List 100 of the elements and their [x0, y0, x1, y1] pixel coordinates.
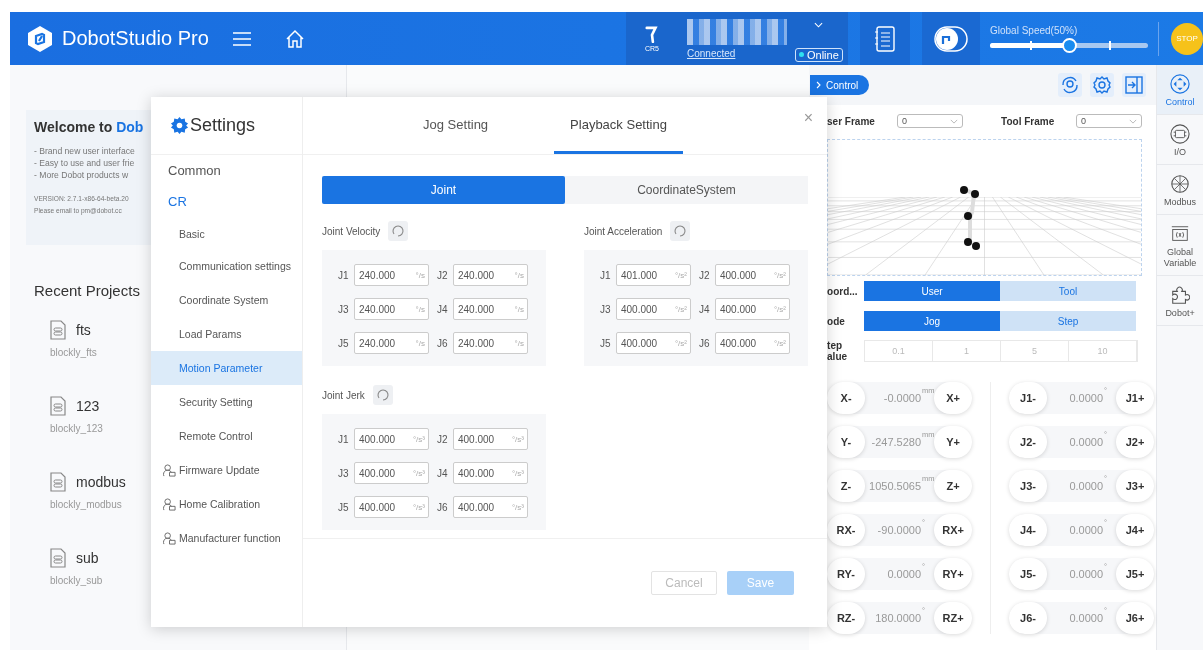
parameter-input[interactable]: 400.000 °/s²	[715, 264, 790, 286]
settings-group[interactable]: CR	[151, 186, 302, 217]
parameter-input[interactable]: 240.000 °/s	[453, 264, 528, 286]
jog-minus-button[interactable]: J4-	[1009, 514, 1048, 546]
settings-nav-item[interactable]: Firmware Update	[151, 453, 302, 487]
jog-value: -247.5280	[870, 436, 922, 448]
jog-minus-button[interactable]: J5-	[1009, 558, 1048, 590]
menu-icon[interactable]	[232, 30, 251, 47]
project-name[interactable]: fts	[76, 322, 91, 338]
parameter-input[interactable]: 400.000 °/s³	[453, 462, 528, 484]
settings-tab[interactable]: Playback Setting	[554, 97, 683, 154]
parameter-segment[interactable]: CoordinateSystem	[565, 176, 808, 204]
parameter-input[interactable]: 400.000 °/s³	[354, 496, 429, 518]
project-name[interactable]: sub	[76, 550, 99, 566]
jog-plus-button[interactable]: RZ+	[934, 602, 973, 634]
jog-plus-button[interactable]: J1+	[1116, 382, 1155, 414]
file-icon[interactable]	[50, 548, 66, 568]
settings-icon[interactable]	[1090, 73, 1115, 97]
jog-minus-button[interactable]: J1-	[1009, 382, 1048, 414]
parameter-input[interactable]: 400.000 °/s²	[715, 298, 790, 320]
exit-panel-icon[interactable]	[1122, 73, 1147, 97]
joint-label: J5	[338, 501, 349, 513]
jog-minus-button[interactable]: RY-	[827, 558, 866, 590]
robot-toggle-button[interactable]	[922, 12, 980, 65]
jog-plus-button[interactable]: RX+	[934, 514, 973, 546]
parameter-input[interactable]: 401.000 °/s²	[616, 264, 691, 286]
sidebar-item[interactable]: Control	[1157, 65, 1203, 115]
coordinate-option[interactable]: User	[864, 281, 1001, 301]
connected-link[interactable]: Connected	[687, 47, 795, 59]
joint-label: J3	[338, 303, 349, 315]
parameter-segment[interactable]: Joint	[322, 176, 565, 204]
parameter-input[interactable]: 240.000 °/s	[453, 298, 528, 320]
jog-value: 0.0000	[1068, 524, 1104, 536]
global-speed-label: Global Speed(50%)	[990, 24, 1079, 36]
settings-nav-item[interactable]: Basic	[151, 217, 302, 249]
parameter-input[interactable]: 400.000 °/s²	[616, 298, 691, 320]
jog-minus-button[interactable]: X-	[827, 382, 866, 414]
jog-minus-button[interactable]: J3-	[1009, 470, 1048, 502]
settings-nav-item[interactable]: Manufacturer function	[151, 521, 302, 555]
jog-plus-button[interactable]: J6+	[1116, 602, 1155, 634]
jog-minus-button[interactable]: Y-	[827, 426, 866, 458]
chevron-down-icon[interactable]	[814, 21, 824, 28]
file-icon[interactable]	[50, 396, 66, 416]
mode-option[interactable]: Jog	[864, 311, 1001, 331]
sidebar-item[interactable]: Global Variable	[1157, 215, 1203, 276]
reset-icon[interactable]	[372, 385, 393, 405]
jog-minus-button[interactable]: RX-	[827, 514, 866, 546]
jog-plus-button[interactable]: Z+	[934, 470, 973, 502]
jog-value: -0.0000	[882, 392, 922, 404]
parameter-input[interactable]: 240.000 °/s	[354, 332, 429, 354]
user-frame-select[interactable]: 0	[897, 114, 964, 128]
jog-plus-button[interactable]: Y+	[934, 426, 973, 458]
jog-plus-button[interactable]: J2+	[1116, 426, 1155, 458]
jog-minus-button[interactable]: J2-	[1009, 426, 1048, 458]
jog-minus-button[interactable]: Z-	[827, 470, 866, 502]
control-tab[interactable]: Control	[810, 75, 870, 95]
parameter-input[interactable]: 400.000 °/s³	[354, 428, 429, 450]
reset-icon[interactable]	[388, 221, 409, 241]
log-button[interactable]	[860, 12, 910, 65]
home-icon[interactable]	[284, 28, 305, 49]
project-name[interactable]: modbus	[76, 474, 126, 490]
sidebar-item[interactable]: Modbus	[1157, 165, 1203, 215]
tool-frame-select[interactable]: 0	[1076, 114, 1143, 128]
reset-icon[interactable]	[670, 221, 691, 241]
project-name[interactable]: 123	[76, 398, 100, 414]
feature-line: - More Dobot products w	[34, 169, 130, 181]
settings-nav-item[interactable]: Coordinate System	[151, 283, 302, 317]
jog-plus-button[interactable]: X+	[934, 382, 973, 414]
jog-minus-button[interactable]: J6-	[1009, 602, 1048, 634]
parameter-input[interactable]: 240.000 °/s	[453, 332, 528, 354]
parameter-input[interactable]: 240.000 °/s	[354, 298, 429, 320]
settings-nav-item[interactable]: Security Setting	[151, 385, 302, 419]
speed-slider[interactable]	[990, 37, 1148, 53]
jog-plus-button[interactable]: J4+	[1116, 514, 1155, 546]
speed-slider-thumb[interactable]	[1062, 37, 1077, 53]
jog-plus-button[interactable]: RY+	[934, 558, 973, 590]
joint-label: J6	[437, 337, 448, 349]
parameter-input[interactable]: 400.000 °/s³	[453, 428, 528, 450]
settings-nav-item[interactable]: Remote Control	[151, 419, 302, 453]
locate-refresh-icon[interactable]	[1058, 73, 1083, 97]
jog-minus-button[interactable]: RZ-	[827, 602, 866, 634]
file-icon[interactable]	[50, 320, 66, 340]
settings-nav-item[interactable]: Home Calibration	[151, 487, 302, 521]
parameter-input[interactable]: 400.000 °/s³	[354, 462, 429, 484]
file-icon[interactable]	[50, 472, 66, 492]
parameter-input[interactable]: 400.000 °/s²	[715, 332, 790, 354]
sidebar-item[interactable]: I/O	[1157, 115, 1203, 165]
parameter-input[interactable]: 240.000 °/s	[354, 264, 429, 286]
settings-group[interactable]: Common	[151, 155, 302, 186]
settings-tab[interactable]: Jog Setting	[407, 97, 505, 154]
jog-plus-button[interactable]: J3+	[1116, 470, 1155, 502]
settings-nav-item[interactable]: Load Params	[151, 317, 302, 351]
jog-plus-button[interactable]: J5+	[1116, 558, 1155, 590]
settings-nav-item[interactable]: Motion Parameter	[151, 351, 302, 385]
jog-value: 0.0000	[1068, 612, 1104, 624]
parameter-input[interactable]: 400.000 °/s²	[616, 332, 691, 354]
sidebar-item[interactable]: Dobot+	[1157, 276, 1203, 326]
parameter-input[interactable]: 400.000 °/s³	[453, 496, 528, 518]
settings-nav-item[interactable]: Communication settings	[151, 249, 302, 283]
joint-label: J3	[600, 303, 611, 315]
